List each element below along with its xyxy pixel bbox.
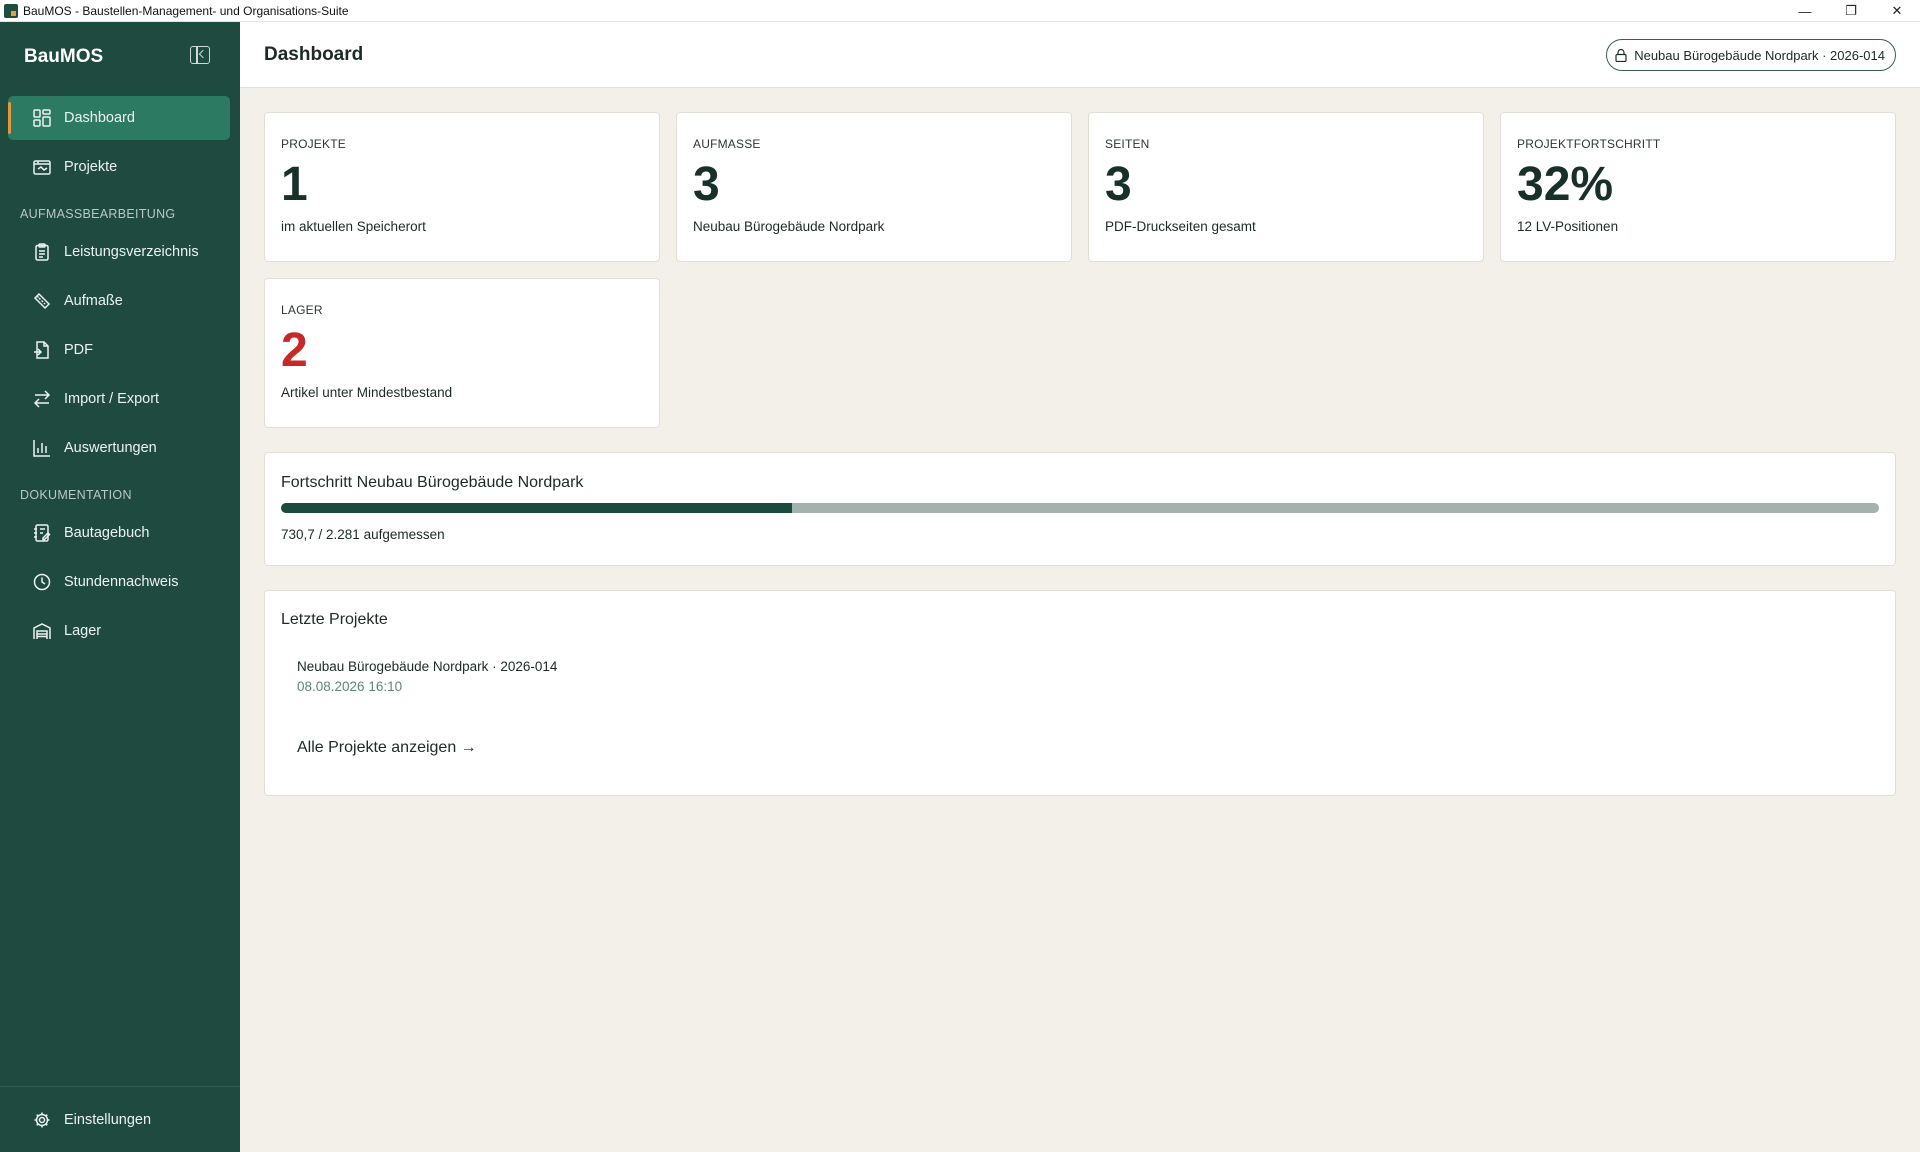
- stat-card-projektfortschritt[interactable]: PROJEKTFORTSCHRITT 32% 12 LV-Positionen: [1500, 112, 1896, 262]
- minimize-button[interactable]: —: [1782, 0, 1828, 22]
- window-titlebar: BauMOS - Baustellen-Management- und Orga…: [0, 0, 1920, 22]
- sidebar-item-dashboard[interactable]: Dashboard: [8, 96, 230, 140]
- stat-label: PROJEKTFORTSCHRITT: [1517, 137, 1661, 151]
- sidebar-item-label: Leistungsverzeichnis: [64, 244, 199, 260]
- sidebar: BauMOS Dashboard Projekte AUFMASSBEARBEI…: [0, 22, 240, 1152]
- stat-card-aufmasse[interactable]: AUFMASSE 3 Neubau Bürogebäude Nordpark: [676, 112, 1072, 262]
- gear-icon: [32, 1110, 52, 1130]
- stat-subtitle: PDF-Druckseiten gesamt: [1105, 219, 1256, 234]
- stat-value: 32%: [1517, 158, 1614, 211]
- stat-value: 3: [1105, 158, 1132, 211]
- stat-value: 1: [281, 158, 308, 211]
- stat-subtitle: 12 LV-Positionen: [1517, 219, 1619, 234]
- sidebar-item-lager[interactable]: Lager: [8, 609, 230, 653]
- all-projects-link[interactable]: Alle Projekte anzeigen →: [297, 739, 477, 757]
- ruler-icon: [32, 291, 52, 311]
- sidebar-item-label: Lager: [64, 623, 102, 639]
- section-label-aufmassbearbeitung: AUFMASSBEARBEITUNG: [20, 207, 176, 221]
- stat-label: PROJEKTE: [281, 137, 346, 151]
- window-title: BauMOS - Baustellen-Management- und Orga…: [23, 3, 349, 18]
- sidebar-item-import-export[interactable]: Import / Export: [8, 377, 230, 421]
- sidebar-item-stundennachweis[interactable]: Stundennachweis: [8, 560, 230, 604]
- sidebar-item-label: Stundennachweis: [64, 574, 179, 590]
- lock-icon: [1615, 48, 1627, 62]
- sidebar-item-label: Einstellungen: [64, 1112, 152, 1128]
- pdf-file-icon: [32, 340, 52, 360]
- brand-logo: BauMOS: [24, 46, 104, 67]
- progress-title: Fortschritt Neubau Bürogebäude Nordpark: [281, 474, 584, 491]
- progress-bar: [281, 503, 1879, 513]
- stat-label: AUFMASSE: [693, 137, 761, 151]
- sidebar-footer: Einstellungen: [0, 1086, 240, 1152]
- close-button[interactable]: ✕: [1874, 0, 1920, 22]
- sidebar-item-label: Auswertungen: [64, 440, 157, 456]
- sidebar-item-label: Aufmaße: [64, 293, 123, 309]
- sidebar-item-leistungsverzeichnis[interactable]: Leistungsverzeichnis: [8, 230, 230, 274]
- arrows-swap-icon: [32, 389, 52, 409]
- current-project-label: Neubau Bürogebäude Nordpark · 2026-014: [1634, 47, 1885, 63]
- stat-subtitle: Neubau Bürogebäude Nordpark: [693, 219, 885, 234]
- sidebar-item-einstellungen[interactable]: Einstellungen: [8, 1098, 230, 1142]
- recent-projects-title: Letzte Projekte: [281, 611, 388, 628]
- recent-project-date: 08.08.2026 16:10: [297, 679, 403, 694]
- sidebar-item-label: Projekte: [64, 159, 118, 175]
- clipboard-icon: [32, 242, 52, 262]
- stat-subtitle: im aktuellen Speicherort: [281, 219, 426, 234]
- stat-value: 3: [693, 158, 720, 211]
- clock-icon: [32, 572, 52, 592]
- progress-card: Fortschritt Neubau Bürogebäude Nordpark …: [264, 452, 1896, 566]
- sidebar-item-bautagebuch[interactable]: Bautagebuch: [8, 511, 230, 555]
- page-title: Dashboard: [264, 44, 364, 65]
- notebook-icon: [32, 523, 52, 543]
- sidebar-item-label: Import / Export: [64, 391, 160, 407]
- recent-project-name: Neubau Bürogebäude Nordpark · 2026-014: [297, 659, 558, 674]
- sidebar-item-label: PDF: [64, 342, 93, 358]
- sidebar-item-auswertungen[interactable]: Auswertungen: [8, 426, 230, 470]
- stat-card-projekte[interactable]: PROJEKTE 1 im aktuellen Speicherort: [264, 112, 660, 262]
- stat-card-seiten[interactable]: SEITEN 3 PDF-Druckseiten gesamt: [1088, 112, 1484, 262]
- progress-text: 730,7 / 2.281 aufgemessen: [281, 527, 445, 542]
- stat-subtitle: Artikel unter Mindestbestand: [281, 385, 453, 400]
- sidebar-collapse-icon[interactable]: [190, 46, 210, 64]
- sidebar-item-aufmasse[interactable]: Aufmaße: [8, 279, 230, 323]
- warehouse-icon: [32, 621, 52, 641]
- page-header: Dashboard Neubau Bürogebäude Nordpark · …: [240, 22, 1920, 88]
- stat-card-lager[interactable]: LAGER 2 Artikel unter Mindestbestand: [264, 278, 660, 428]
- maximize-button[interactable]: ❐: [1828, 0, 1874, 22]
- stat-label: LAGER: [281, 303, 323, 317]
- current-project-pill[interactable]: Neubau Bürogebäude Nordpark · 2026-014: [1606, 39, 1896, 71]
- dashboard-icon: [32, 108, 52, 128]
- sidebar-item-label: Dashboard: [64, 110, 135, 126]
- stat-label: SEITEN: [1105, 137, 1150, 151]
- main-content: Dashboard Neubau Bürogebäude Nordpark · …: [240, 22, 1920, 1152]
- sidebar-item-projekte[interactable]: Projekte: [8, 145, 230, 189]
- projects-icon: [32, 157, 52, 177]
- sidebar-item-label: Bautagebuch: [64, 525, 150, 541]
- app-icon: [4, 3, 18, 18]
- progress-bar-fill: [281, 503, 793, 513]
- bar-chart-icon: [32, 438, 52, 458]
- window-controls: — ❐ ✕: [1782, 0, 1920, 22]
- recent-projects-card: Letzte Projekte Neubau Bürogebäude Nordp…: [264, 590, 1896, 796]
- section-label-dokumentation: DOKUMENTATION: [20, 488, 132, 502]
- stat-value-alert: 2: [281, 324, 308, 377]
- sidebar-item-pdf[interactable]: PDF: [8, 328, 230, 372]
